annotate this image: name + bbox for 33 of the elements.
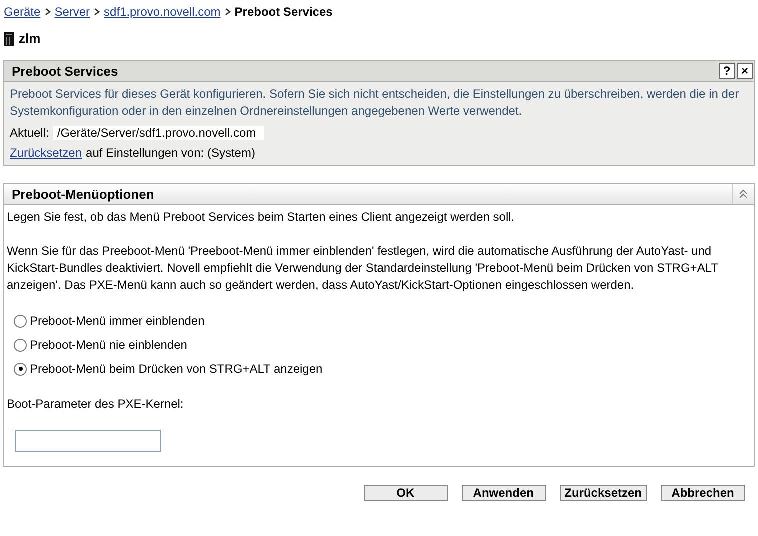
radio-option[interactable]: Preboot-Menü beim Drücken von STRG+ALT anzeigen bbox=[14, 360, 751, 378]
current-label: Aktuell: bbox=[10, 126, 50, 140]
kernel-label: Boot-Parameter des PXE-Kernel: bbox=[7, 396, 185, 413]
details-text: Wenn Sie für das Preeboot-Menü 'Preeboot-Menü immer einblenden' festlegen, wird die automatische Ausführung der AutoYast- und KickStart-Bundles deaktiviert. Novell empfiehlt die Verwendung der Standardeinstellung 'Preboot-Menü beim Drücken von STRG+ALT anzeigen'. Das PXE-Menü kann auch so geändert werden, dass AutoYast/KickStart-Optionen eingeschlossen werden. bbox=[7, 243, 720, 294]
breadcrumb-link[interactable]: Geräte bbox=[4, 5, 41, 19]
current-path: /Geräte/Server/sdf1.provo.novell.com bbox=[53, 126, 264, 140]
radio-option[interactable]: Preboot-Menü nie einblenden bbox=[14, 336, 751, 354]
server-icon bbox=[4, 32, 14, 46]
radio-icon[interactable] bbox=[14, 338, 27, 352]
panel-title: Preboot Services bbox=[12, 64, 118, 78]
chevron-icon bbox=[94, 8, 100, 16]
double-chevron-icon bbox=[739, 189, 748, 199]
intro-text: Legen Sie fest, ob das Menü Preboot Services beim Starten eines Client angezeigt werden soll. bbox=[7, 209, 516, 226]
dialog-button[interactable]: OK bbox=[364, 485, 448, 501]
radio-option[interactable]: Preboot-Menü immer einblenden bbox=[14, 312, 751, 330]
dialog-button[interactable]: Zurücksetzen bbox=[560, 485, 647, 501]
reset-text: auf Einstellungen von: (System) bbox=[86, 146, 256, 160]
breadcrumb-link[interactable]: sdf1.provo.novell.com bbox=[104, 5, 221, 19]
radio-icon[interactable] bbox=[14, 314, 27, 328]
panel-description: Preboot Services für dieses Gerät konfigurieren. Sofern Sie sich nicht entscheiden, die Einstellungen zu überschreiben, werden die in der Systemkonfiguration oder in den einzelnen Ordnereinstellungen angegebenen Werte verwendet. bbox=[10, 86, 740, 120]
breadcrumb-current: Preboot Services bbox=[234, 5, 333, 19]
chevron-icon bbox=[44, 8, 51, 16]
help-button[interactable]: ? bbox=[719, 63, 735, 79]
dialog-button[interactable]: Anwenden bbox=[462, 485, 546, 501]
device-name: zlm bbox=[19, 31, 41, 46]
chevron-icon bbox=[224, 8, 231, 16]
kernel-input-field[interactable] bbox=[15, 430, 161, 452]
reset-link[interactable]: Zurücksetzen bbox=[10, 146, 82, 160]
close-button[interactable]: × bbox=[737, 63, 753, 79]
dialog-button[interactable]: Abbrechen bbox=[661, 485, 745, 501]
radio-icon[interactable] bbox=[14, 362, 27, 376]
breadcrumb-link[interactable]: Server bbox=[54, 5, 90, 19]
panel-title: Preboot-Menüoptionen bbox=[12, 186, 154, 202]
